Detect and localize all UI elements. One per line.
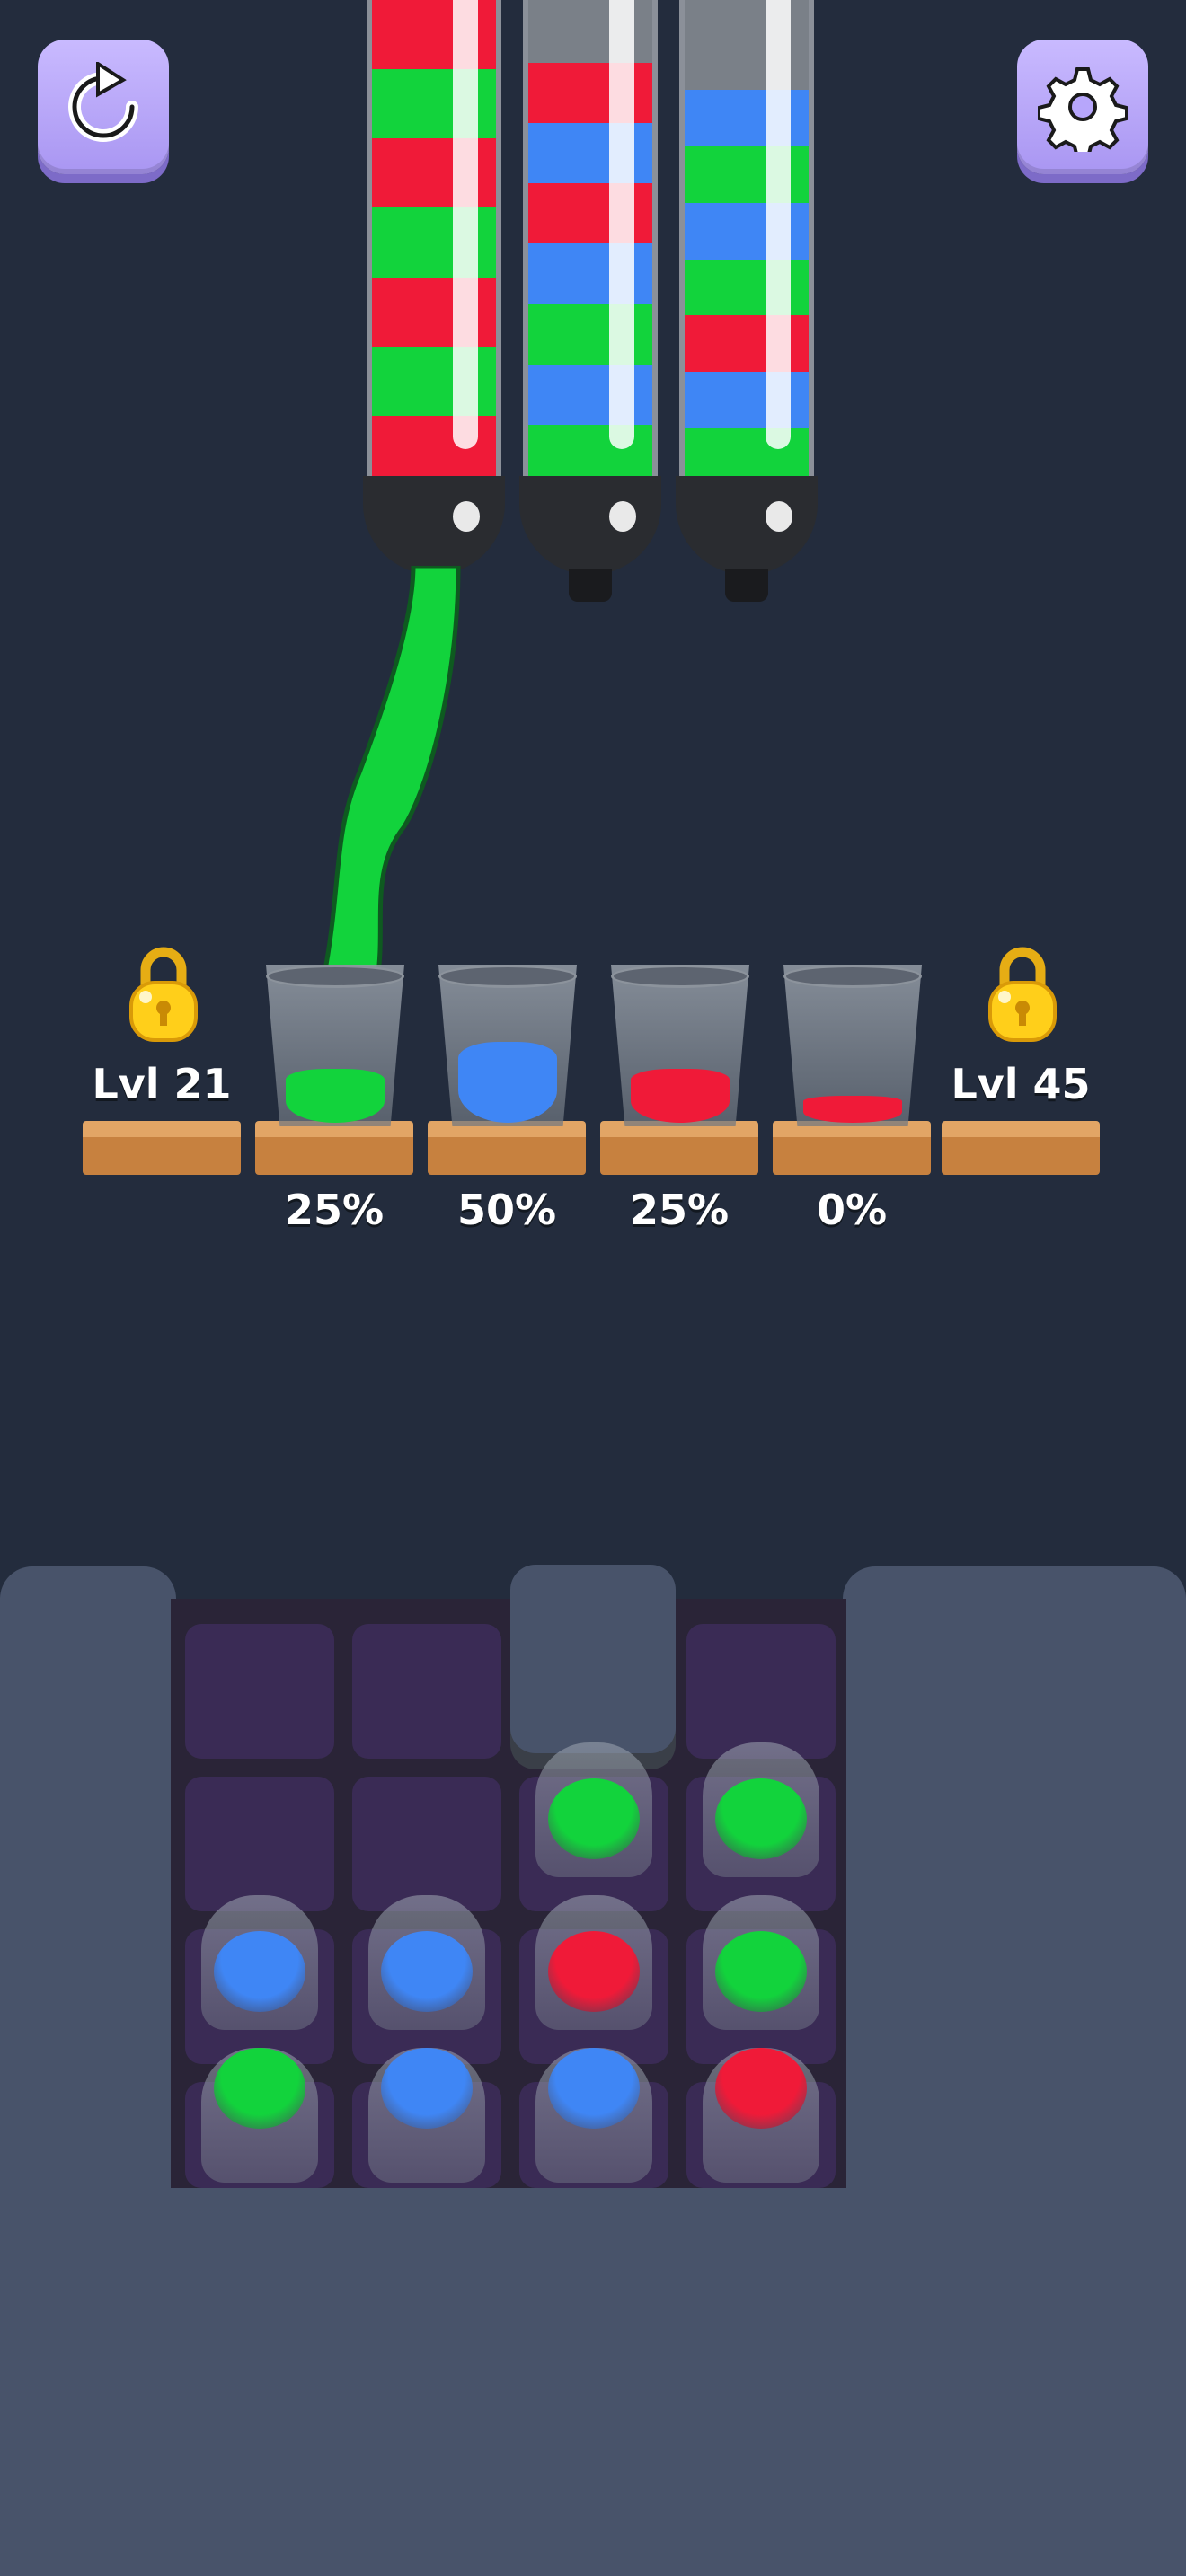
tray-slot bbox=[185, 1624, 334, 1759]
cup-paint bbox=[715, 2048, 807, 2129]
tray-cup[interactable] bbox=[703, 1895, 819, 2030]
cup-paint bbox=[548, 1778, 640, 1859]
paint-tube[interactable] bbox=[523, 0, 658, 485]
cup-paint bbox=[548, 1931, 640, 2012]
restart-button[interactable] bbox=[38, 40, 169, 174]
padlock-icon bbox=[988, 943, 1057, 1042]
tray-slot bbox=[352, 1624, 501, 1759]
tray-slot bbox=[686, 1624, 836, 1759]
tube-nozzle bbox=[363, 476, 505, 575]
tube-nozzle bbox=[519, 476, 661, 602]
cup-liquid bbox=[803, 1096, 902, 1123]
cup-fill-percent: 0% bbox=[816, 1186, 888, 1234]
cup-paint bbox=[214, 2048, 305, 2129]
tube-highlight bbox=[609, 0, 634, 449]
tube-highlight bbox=[766, 0, 791, 449]
shelf-locked bbox=[942, 1121, 1100, 1175]
tray-slot bbox=[185, 1777, 334, 1911]
cup-paint bbox=[214, 1931, 305, 2012]
tube-highlight bbox=[453, 0, 478, 449]
cup-paint bbox=[381, 1931, 473, 2012]
locked-slot-level-label: Lvl 21 bbox=[92, 1060, 232, 1108]
cup-liquid bbox=[286, 1069, 385, 1123]
tray-wall-left bbox=[0, 1566, 176, 2188]
cup-fill-percent: 50% bbox=[456, 1186, 557, 1234]
tray-cup[interactable] bbox=[535, 1895, 652, 2030]
tray-cup[interactable] bbox=[535, 1742, 652, 1877]
cup-fill-percent: 25% bbox=[629, 1186, 730, 1234]
paint-tube[interactable] bbox=[679, 0, 814, 485]
cup-liquid bbox=[631, 1069, 730, 1123]
gear-icon bbox=[1038, 67, 1128, 152]
padlock-icon bbox=[129, 943, 198, 1042]
cup-paint bbox=[548, 2048, 640, 2129]
tray-cup[interactable] bbox=[201, 1895, 318, 2030]
cup-liquid bbox=[458, 1042, 557, 1123]
tray-slot bbox=[352, 1777, 501, 1911]
cup-paint bbox=[381, 2048, 473, 2129]
cup-paint bbox=[715, 1931, 807, 2012]
tray-cup[interactable] bbox=[535, 2048, 652, 2183]
shelf-locked bbox=[83, 1121, 241, 1175]
pour-stream bbox=[321, 566, 461, 979]
floor bbox=[0, 2188, 1186, 2576]
tube-nozzle bbox=[676, 476, 818, 602]
target-cup[interactable] bbox=[611, 965, 749, 1135]
tray-cup[interactable] bbox=[368, 2048, 485, 2183]
tray-wall-right bbox=[843, 1566, 1186, 2188]
tray-cup[interactable] bbox=[703, 2048, 819, 2183]
paint-tube[interactable] bbox=[367, 0, 501, 485]
tray-cup[interactable] bbox=[703, 1742, 819, 1877]
target-cup[interactable] bbox=[783, 965, 922, 1135]
cup-fill-percent: 25% bbox=[284, 1186, 385, 1234]
restart-icon bbox=[68, 62, 138, 142]
target-cup[interactable] bbox=[438, 965, 577, 1135]
locked-slot-level-label: Lvl 45 bbox=[951, 1060, 1091, 1108]
cup-paint bbox=[715, 1778, 807, 1859]
settings-button[interactable] bbox=[1017, 40, 1148, 174]
target-cup[interactable] bbox=[266, 965, 404, 1135]
tray-cup[interactable] bbox=[201, 2048, 318, 2183]
tray-cup[interactable] bbox=[368, 1895, 485, 2030]
tray-dispenser bbox=[510, 1565, 676, 1753]
